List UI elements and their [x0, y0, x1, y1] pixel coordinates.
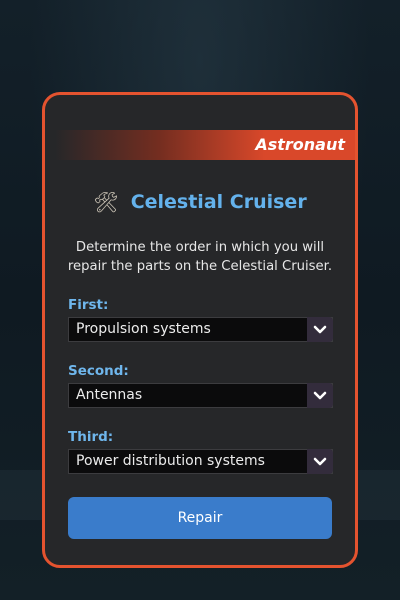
- third-label: Third:: [68, 429, 114, 445]
- dialog-description: Determine the order in which you will re…: [67, 240, 333, 274]
- role-badge-label: Astronaut: [255, 135, 345, 154]
- second-select-value: Antennas: [76, 387, 143, 403]
- dialog-header: 🛠 Celestial Cruiser: [45, 190, 355, 214]
- second-select[interactable]: Antennas: [68, 383, 333, 408]
- first-select[interactable]: Propulsion systems: [68, 317, 333, 342]
- chevron-down-icon[interactable]: [307, 449, 333, 474]
- hammer-and-wrench-icon: 🛠: [93, 190, 119, 214]
- first-label: First:: [68, 297, 109, 313]
- repair-button[interactable]: Repair: [68, 497, 332, 539]
- dialog-title: Celestial Cruiser: [130, 191, 307, 213]
- chevron-down-icon[interactable]: [307, 317, 333, 342]
- first-select-value: Propulsion systems: [76, 321, 211, 337]
- third-select[interactable]: Power distribution systems: [68, 449, 333, 474]
- second-label: Second:: [68, 363, 129, 379]
- role-ribbon: Astronaut: [55, 130, 355, 160]
- third-select-value: Power distribution systems: [76, 453, 265, 469]
- repair-dialog: Astronaut 🛠 Celestial Cruiser Determine …: [42, 92, 358, 568]
- chevron-down-icon[interactable]: [307, 383, 333, 408]
